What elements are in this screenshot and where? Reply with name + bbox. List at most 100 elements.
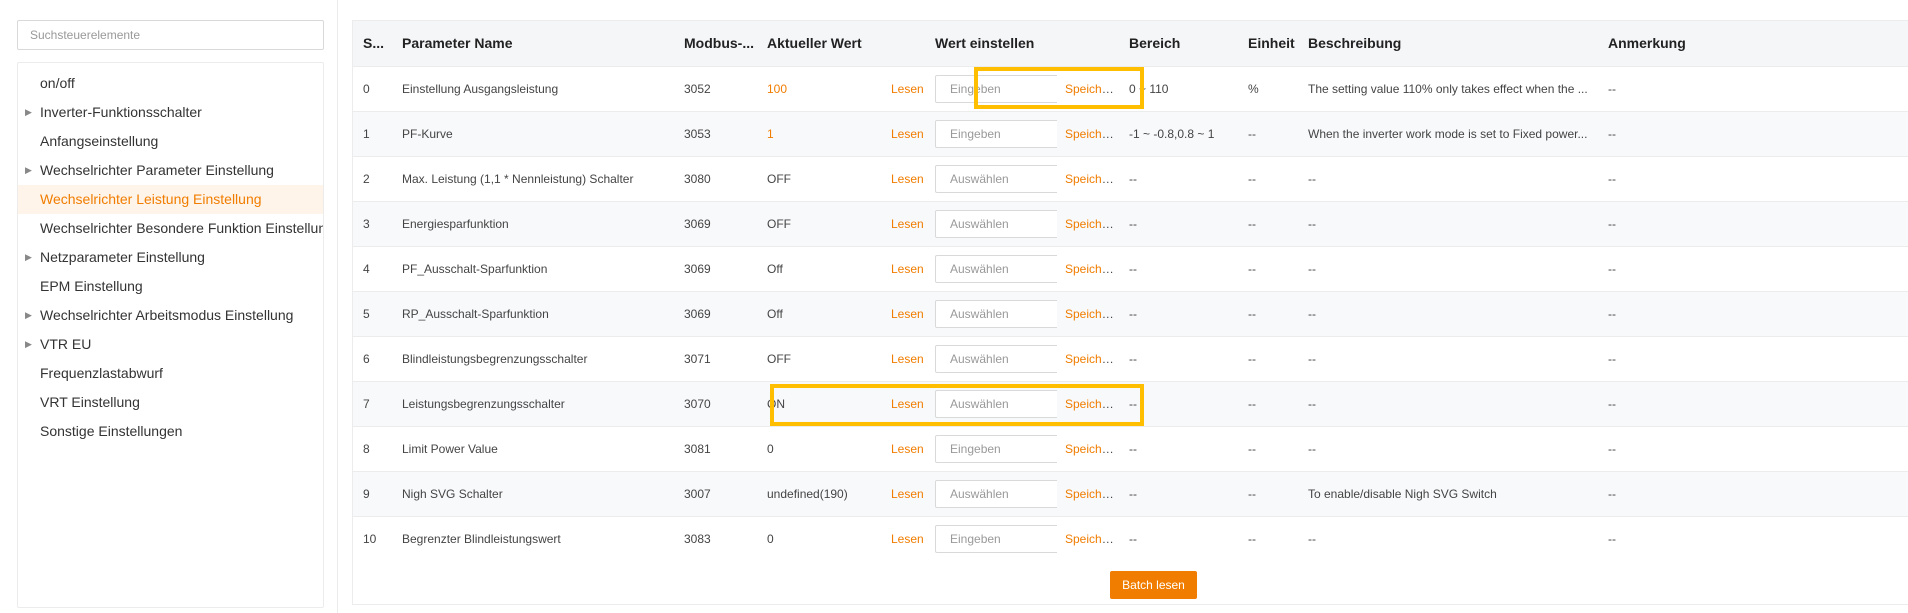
save-link[interactable]: Speichern: [1065, 172, 1119, 186]
caret-right-icon[interactable]: ▶: [25, 243, 32, 272]
select-placeholder: Auswählen: [950, 351, 1009, 366]
save-link[interactable]: Speichern: [1065, 487, 1119, 501]
cell-read: Lesen: [881, 290, 925, 336]
col-header-range: Bereich: [1119, 21, 1238, 66]
read-link[interactable]: Lesen: [891, 442, 924, 456]
value-input[interactable]: [935, 434, 1057, 463]
tree-item-label: Inverter-Funktionsschalter: [40, 104, 202, 120]
cell-range: --: [1119, 515, 1238, 561]
read-link[interactable]: Lesen: [891, 352, 924, 366]
cell-save: Speichern: [1057, 155, 1119, 201]
cell-range: --: [1119, 335, 1238, 381]
cell-modbus: 3007: [674, 470, 757, 516]
cell-set-value: Auswählen: [925, 335, 1057, 381]
cell-current-value: ON: [757, 380, 881, 426]
batch-read-button[interactable]: Batch lesen: [1110, 571, 1197, 599]
cell-note: --: [1598, 515, 1908, 561]
cell-parameter-name: Nigh SVG Schalter: [392, 470, 674, 516]
cell-parameter-name: Einstellung Ausgangsleistung: [392, 65, 674, 111]
caret-right-icon[interactable]: ▶: [25, 98, 32, 127]
save-link[interactable]: Speichern: [1065, 532, 1119, 546]
cell-note: --: [1598, 245, 1908, 291]
read-link[interactable]: Lesen: [891, 532, 924, 546]
tree-item[interactable]: Wechselrichter Besondere Funktion Einste…: [18, 214, 323, 243]
cell-parameter-name: Energiesparfunktion: [392, 200, 674, 246]
value-select[interactable]: Auswählen: [935, 164, 1057, 193]
tree-item-label: Wechselrichter Arbeitsmodus Einstellung: [40, 307, 294, 323]
value-select[interactable]: Auswählen: [935, 299, 1057, 328]
col-header-read: [881, 21, 925, 66]
caret-right-icon[interactable]: ▶: [25, 156, 32, 185]
tree-item[interactable]: ▶ Inverter-Funktionsschalter: [18, 98, 323, 127]
read-link[interactable]: Lesen: [891, 487, 924, 501]
parameter-table: S... Parameter Name Modbus-... Aktueller…: [353, 21, 1908, 561]
table-row: 6 Blindleistungsbegrenzungsschalter 3071 OF…: [353, 335, 1908, 381]
tree-item[interactable]: ▶ Netzparameter Einstellung: [18, 243, 323, 272]
value-select[interactable]: Auswählen: [935, 479, 1057, 508]
cell-save: Speichern: [1057, 65, 1119, 111]
cell-set-value: Auswählen: [925, 380, 1057, 426]
read-link[interactable]: Lesen: [891, 307, 924, 321]
cell-modbus: 3081: [674, 425, 757, 471]
save-link[interactable]: Speichern: [1065, 442, 1119, 456]
read-link[interactable]: Lesen: [891, 172, 924, 186]
value-input[interactable]: [935, 119, 1057, 148]
value-select[interactable]: Auswählen: [935, 344, 1057, 373]
tree-item[interactable]: Frequenzlastabwurf: [18, 359, 323, 388]
caret-right-icon[interactable]: ▶: [25, 301, 32, 330]
read-link[interactable]: Lesen: [891, 82, 924, 96]
cell-description: The setting value 110% only takes effect…: [1298, 65, 1598, 111]
cell-unit: --: [1238, 155, 1298, 201]
cell-nr: 1: [353, 110, 392, 156]
cell-parameter-name: Blindleistungsbegrenzungsschalter: [392, 335, 674, 381]
cell-modbus: 3069: [674, 245, 757, 291]
cell-parameter-name: PF-Kurve: [392, 110, 674, 156]
value-select[interactable]: Auswählen: [935, 389, 1057, 418]
cell-unit: --: [1238, 425, 1298, 471]
cell-set-value: Auswählen: [925, 290, 1057, 336]
cell-set-value: Auswählen: [925, 470, 1057, 516]
tree-item[interactable]: ▶ Wechselrichter Parameter Einstellung: [18, 156, 323, 185]
save-link[interactable]: Speichern: [1065, 217, 1119, 231]
read-link[interactable]: Lesen: [891, 127, 924, 141]
save-link[interactable]: Speichern: [1065, 127, 1119, 141]
cell-note: --: [1598, 425, 1908, 471]
cell-modbus: 3071: [674, 335, 757, 381]
cell-unit: %: [1238, 65, 1298, 111]
cell-description: --: [1298, 245, 1598, 291]
cell-note: --: [1598, 200, 1908, 246]
tree-item[interactable]: EPM Einstellung: [18, 272, 323, 301]
tree-item[interactable]: Anfangseinstellung: [18, 127, 323, 156]
tree-item[interactable]: on/off: [18, 69, 323, 98]
save-link[interactable]: Speichern: [1065, 262, 1119, 276]
save-link[interactable]: Speichern: [1065, 82, 1119, 96]
cell-nr: 10: [353, 515, 392, 561]
read-link[interactable]: Lesen: [891, 397, 924, 411]
value-select[interactable]: Auswählen: [935, 254, 1057, 283]
caret-right-icon[interactable]: ▶: [25, 330, 32, 359]
table-row: 10 Begrenzter Blindleistungswert 3083 0 Lese…: [353, 515, 1908, 561]
cell-description: --: [1298, 380, 1598, 426]
cell-unit: --: [1238, 335, 1298, 381]
save-link[interactable]: Speichern: [1065, 307, 1119, 321]
cell-current-value: 1: [757, 110, 881, 156]
tree-item[interactable]: ▶ VTR EU: [18, 330, 323, 359]
table-row: 0 Einstellung Ausgangsleistung 3052 100 Lese…: [353, 65, 1908, 111]
value-input[interactable]: [935, 74, 1057, 103]
cell-description: --: [1298, 515, 1598, 561]
search-input[interactable]: [17, 20, 324, 50]
save-link[interactable]: Speichern: [1065, 352, 1119, 366]
value-input[interactable]: [935, 524, 1057, 553]
read-link[interactable]: Lesen: [891, 262, 924, 276]
cell-set-value: Auswählen: [925, 245, 1057, 291]
value-select[interactable]: Auswählen: [935, 209, 1057, 238]
read-link[interactable]: Lesen: [891, 217, 924, 231]
tree-item[interactable]: VRT Einstellung: [18, 388, 323, 417]
cell-parameter-name: RP_Ausschalt-Sparfunktion: [392, 290, 674, 336]
cell-current-value: 0: [757, 515, 881, 561]
left-panel: on/off ▶ Inverter-Funktionsschalter Anfangs…: [0, 0, 338, 613]
tree-item[interactable]: Wechselrichter Leistung Einstellung: [18, 185, 323, 214]
tree-item[interactable]: Sonstige Einstellungen: [18, 417, 323, 446]
save-link[interactable]: Speichern: [1065, 397, 1119, 411]
tree-item[interactable]: ▶ Wechselrichter Arbeitsmodus Einstellung: [18, 301, 323, 330]
